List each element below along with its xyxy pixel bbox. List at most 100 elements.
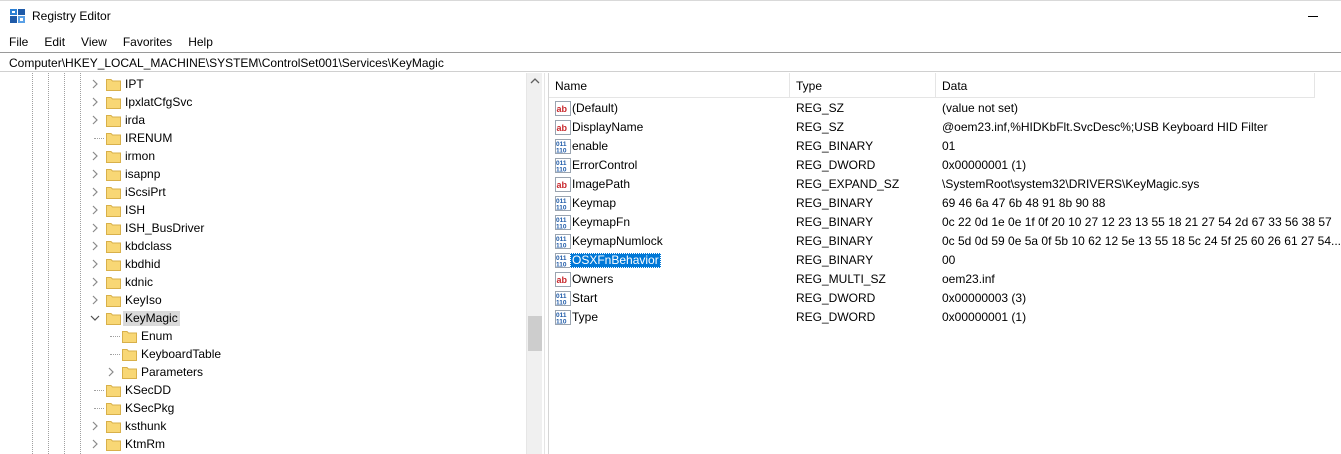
tree-item-label[interactable]: iScsiPrt [123, 185, 168, 200]
tree-item-label[interactable]: ISH [123, 203, 147, 218]
scroll-up-arrow-icon[interactable] [527, 73, 543, 90]
minimize-button[interactable] [1300, 6, 1330, 26]
chevron-right-icon[interactable] [90, 78, 100, 90]
menu-edit[interactable]: Edit [35, 33, 72, 51]
chevron-right-icon[interactable] [90, 240, 100, 252]
value-row[interactable]: 011 110 Type REG_DWORD 0x00000001 (1) [549, 308, 1329, 327]
value-name[interactable]: Owners [570, 272, 615, 287]
value-name[interactable]: Keymap [570, 196, 618, 211]
key-tree[interactable]: IPT IpxlatCfgSvc irda IRENUM irmon isapnp iScs… [0, 73, 544, 454]
column-header-data[interactable]: Data [936, 73, 1315, 98]
tree-item[interactable]: KeyboardTable [0, 345, 526, 363]
tree-item[interactable]: iScsiPrt [0, 183, 526, 201]
column-header-type[interactable]: Type [790, 73, 936, 98]
chevron-right-icon[interactable] [90, 258, 100, 270]
value-name[interactable]: KeymapNumlock [570, 234, 665, 249]
chevron-right-icon[interactable] [90, 186, 100, 198]
folder-icon [122, 365, 137, 379]
tree-item-label[interactable]: Enum [139, 329, 174, 344]
value-name[interactable]: ImagePath [570, 177, 632, 192]
tree-item[interactable]: Parameters [0, 363, 526, 381]
value-row[interactable]: ab DisplayName REG_SZ @oem23.inf,%HIDKbFlt.… [549, 118, 1329, 137]
value-name[interactable]: ErrorControl [570, 158, 639, 173]
folder-icon [106, 419, 121, 433]
value-name[interactable]: enable [570, 139, 610, 154]
chevron-right-icon[interactable] [90, 420, 100, 432]
value-row[interactable]: 011 110 KeymapFn REG_BINARY 0c 22 0d 1e 0e 1… [549, 213, 1332, 232]
tree-item-label[interactable]: irda [123, 113, 147, 128]
tree-item[interactable]: irmon [0, 147, 526, 165]
menu-help[interactable]: Help [179, 33, 220, 51]
tree-item[interactable]: ISH_BusDriver [0, 219, 526, 237]
tree-item[interactable]: kbdclass [0, 237, 526, 255]
value-row[interactable]: 011 110 ErrorControl REG_DWORD 0x00000001 (1… [549, 156, 1329, 175]
tree-item[interactable]: IpxlatCfgSvc [0, 93, 526, 111]
tree-item[interactable]: irda [0, 111, 526, 129]
tree-item[interactable]: KSecPkg [0, 399, 526, 417]
chevron-right-icon[interactable] [90, 96, 100, 108]
value-name[interactable]: OSXFnBehavior [570, 253, 661, 268]
tree-item[interactable]: KtmRm [0, 435, 526, 453]
value-row[interactable]: 011 110 Start REG_DWORD 0x00000003 (3) [549, 289, 1329, 308]
value-name[interactable]: Start [570, 291, 599, 306]
tree-item-label[interactable]: kdnic [123, 275, 155, 290]
tree-item-label[interactable]: isapnp [123, 167, 162, 182]
value-row[interactable]: ab Owners REG_MULTI_SZ oem23.inf [549, 270, 1329, 289]
chevron-right-icon[interactable] [90, 294, 100, 306]
chevron-right-icon[interactable] [90, 276, 100, 288]
tree-item-label[interactable]: ISH_BusDriver [123, 221, 206, 236]
value-name[interactable]: KeymapFn [570, 215, 632, 230]
tree-item[interactable]: KSecDD [0, 381, 526, 399]
chevron-right-icon[interactable] [106, 366, 116, 378]
tree-item[interactable]: kbdhid [0, 255, 526, 273]
tree-item-label[interactable]: IRENUM [123, 131, 174, 146]
tree-scroll-thumb[interactable] [528, 316, 542, 351]
tree-item-label[interactable]: KtmRm [123, 437, 167, 452]
tree-item-label[interactable]: ksthunk [123, 419, 168, 434]
tree-item-label[interactable]: irmon [123, 149, 157, 164]
tree-item-label[interactable]: KSecPkg [123, 401, 176, 416]
chevron-right-icon[interactable] [90, 222, 100, 234]
tree-item-label[interactable]: IPT [123, 77, 146, 92]
chevron-down-icon[interactable] [90, 312, 100, 324]
value-row[interactable]: 011 110 OSXFnBehavior REG_BINARY 00 [549, 251, 1329, 270]
value-row[interactable]: 011 110 enable REG_BINARY 01 [549, 137, 1329, 156]
menu-view[interactable]: View [72, 33, 114, 51]
value-row[interactable]: 011 110 KeymapNumlock REG_BINARY 0c 5d 0d 59… [549, 232, 1341, 251]
value-row[interactable]: ab (Default) REG_SZ (value not set) [549, 99, 1329, 118]
value-name[interactable]: Type [570, 310, 600, 325]
address-path[interactable]: Computer\HKEY_LOCAL_MACHINE\SYSTEM\Contr… [9, 56, 444, 70]
tree-item-label[interactable]: kbdclass [123, 239, 174, 254]
chevron-right-icon[interactable] [90, 150, 100, 162]
menu-file[interactable]: File [0, 33, 35, 51]
value-name[interactable]: (Default) [570, 101, 620, 116]
tree-item[interactable]: Enum [0, 327, 526, 345]
chevron-right-icon[interactable] [90, 438, 100, 450]
chevron-right-icon[interactable] [90, 114, 100, 126]
menu-favorites[interactable]: Favorites [114, 33, 179, 51]
value-row[interactable]: 011 110 Keymap REG_BINARY 69 46 6a 47 6b 48 … [549, 194, 1329, 213]
tree-item[interactable]: IRENUM [0, 129, 526, 147]
tree-item-label[interactable]: KeyIso [123, 293, 164, 308]
tree-item-label[interactable]: KeyboardTable [139, 347, 223, 362]
tree-item-label[interactable]: Parameters [139, 365, 205, 380]
tree-item-label[interactable]: KeyMagic [123, 311, 180, 326]
tree-item-label[interactable]: kbdhid [123, 257, 162, 272]
tree-item[interactable]: ISH [0, 201, 526, 219]
column-header-name[interactable]: Name [549, 73, 790, 98]
tree-item[interactable]: ksthunk [0, 417, 526, 435]
tree-scrollbar[interactable] [526, 73, 542, 454]
tree-item-label[interactable]: IpxlatCfgSvc [123, 95, 194, 110]
value-name[interactable]: DisplayName [570, 120, 645, 135]
tree-item[interactable]: KeyMagic [0, 309, 526, 327]
address-bar[interactable]: Computer\HKEY_LOCAL_MACHINE\SYSTEM\Contr… [0, 52, 1341, 72]
tree-item[interactable]: KeyIso [0, 291, 526, 309]
chevron-right-icon[interactable] [90, 204, 100, 216]
value-row[interactable]: ab ImagePath REG_EXPAND_SZ \SystemRoot\syst… [549, 175, 1329, 194]
values-list[interactable]: Name Type Data ab (Default) REG_SZ (value n… [549, 73, 1341, 454]
tree-item-label[interactable]: KSecDD [123, 383, 173, 398]
tree-item[interactable]: isapnp [0, 165, 526, 183]
chevron-right-icon[interactable] [90, 168, 100, 180]
tree-item[interactable]: IPT [0, 75, 526, 93]
tree-item[interactable]: kdnic [0, 273, 526, 291]
